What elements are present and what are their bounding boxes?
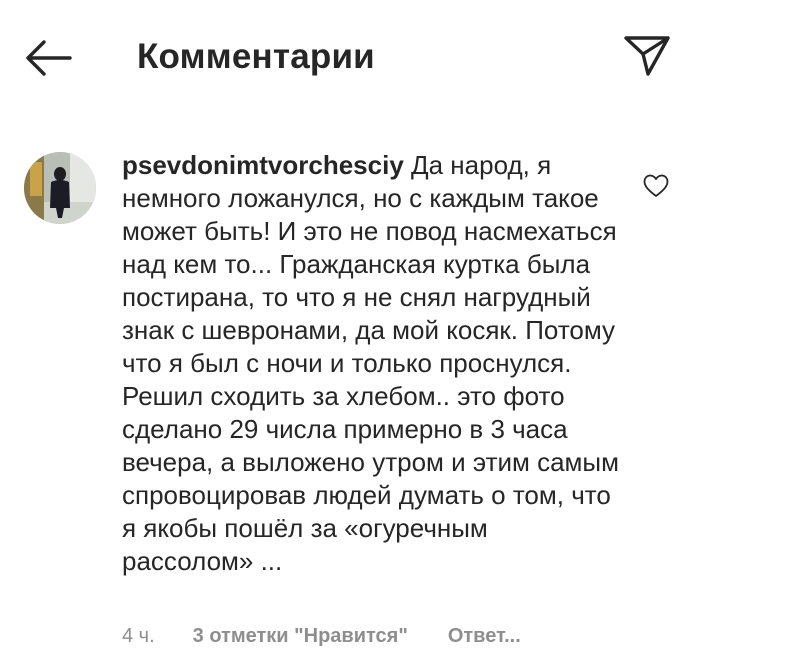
share-button[interactable] — [622, 32, 672, 80]
reply-button[interactable]: Ответ... — [448, 624, 521, 648]
header: Комментарии — [0, 0, 786, 110]
comments-screen: Комментарии psevdonimtvorchesciy Да наро… — [0, 0, 786, 667]
avatar-image — [24, 152, 96, 224]
comment-text: Да народ, я немного ложанулся, но с кажд… — [122, 150, 619, 576]
avatar[interactable] — [24, 152, 96, 224]
like-button[interactable] — [642, 173, 670, 199]
comment-meta: 4 ч. 3 отметки "Нравится" Ответ... — [122, 624, 521, 648]
comment-time: 4 ч. — [122, 625, 155, 647]
page-title: Комментарии — [137, 37, 375, 76]
comment-text-block: psevdonimtvorchesciy Да народ, я немного… — [122, 149, 622, 578]
comment-username[interactable]: psevdonimtvorchesciy — [122, 150, 404, 180]
back-button[interactable] — [22, 38, 74, 78]
paper-plane-icon — [624, 36, 670, 76]
likes-count-link[interactable]: 3 отметки "Нравится" — [193, 624, 408, 648]
heart-outline-icon — [643, 174, 669, 197]
arrow-left-icon — [26, 40, 72, 76]
